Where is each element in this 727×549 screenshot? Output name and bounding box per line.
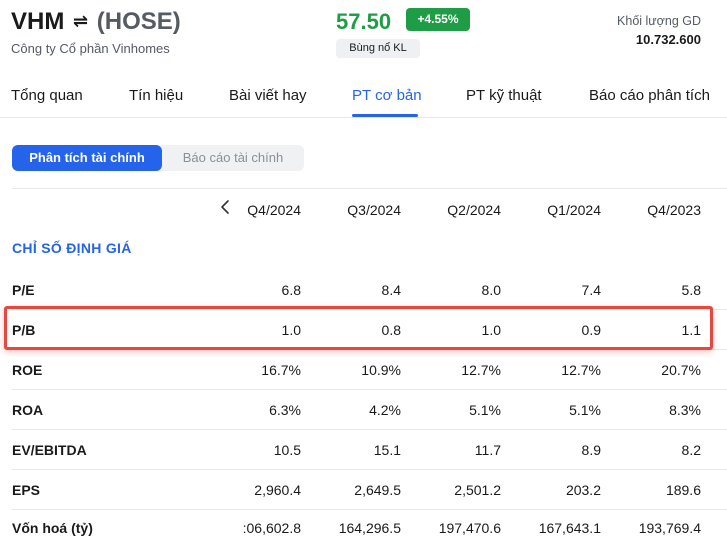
volume-value: 10.732.600 [635, 32, 701, 47]
table-cell: 20.7% [661, 362, 701, 378]
volume-label: Khối lượng GD [617, 14, 701, 28]
table-cell: 8.3% [669, 402, 701, 418]
table-row: P/E 6.8 8.4 8.0 7.4 5.8 [0, 270, 727, 310]
table-cell: 11.7 [474, 442, 501, 458]
swap-icon[interactable]: ⇌ [73, 11, 88, 31]
table-cell: 2,960.4 [254, 482, 301, 498]
price-change-badge: +4.55% [406, 8, 470, 31]
table-cell: 15.1 [373, 442, 401, 458]
main-tabs: Tổng quan Tín hiệu Bài viết hay PT cơ bả… [0, 78, 727, 118]
row-label: P/E [12, 282, 35, 298]
table-cell: 189.6 [665, 482, 701, 498]
tab-featured-articles[interactable]: Bài viết hay [229, 87, 307, 104]
table-cell: 167,643.1 [538, 520, 601, 536]
table-cell: 10.5 [273, 442, 301, 458]
table-cell: 8.4 [381, 282, 401, 298]
tab-analysis-reports[interactable]: Báo cáo phân tích [589, 87, 710, 104]
table-row: Vốn hoá (tỷ) :06,602.8 164,296.5 197,470… [0, 508, 727, 548]
table-cell: 6.3% [269, 402, 301, 418]
volume-spike-badge: Bùng nổ KL [336, 39, 420, 58]
table-cell: 193,769.4 [638, 520, 701, 536]
subtab-financial-analysis[interactable]: Phân tích tài chính [12, 145, 162, 171]
table-cell: 6.8 [281, 282, 301, 298]
table-cell: 203.2 [565, 482, 601, 498]
exchange-label: (HOSE) [96, 8, 181, 35]
table-cell: 8.9 [581, 442, 601, 458]
table-row: ROE 16.7% 10.9% 12.7% 12.7% 20.7% [0, 350, 727, 390]
subtab-financial-statements[interactable]: Báo cáo tài chính [162, 145, 304, 171]
table-row: EV/EBITDA 10.5 15.1 11.7 8.9 8.2 [0, 430, 727, 470]
table-cell: 1.0 [481, 322, 501, 338]
table-cell: :06,602.8 [242, 520, 301, 536]
table-cell: 5.1% [569, 402, 601, 418]
column-header: Q2/2024 [447, 202, 501, 218]
tab-technical-analysis[interactable]: PT kỹ thuật [466, 87, 542, 104]
table-cell: 12.7% [461, 362, 501, 378]
section-title-valuation: CHỈ SỐ ĐỊNH GIÁ [12, 240, 132, 256]
row-label: EPS [12, 482, 41, 498]
table-cell: 1.0 [281, 322, 301, 338]
column-header: Q4/2023 [647, 202, 701, 218]
table-cell: 164,296.5 [338, 520, 401, 536]
table-cell: 2,501.2 [454, 482, 501, 498]
table-row: P/B 1.0 0.8 1.0 0.9 1.1 [0, 310, 727, 350]
row-label: Vốn hoá (tỷ) [12, 520, 93, 536]
table-cell: 7.4 [581, 282, 601, 298]
divider [12, 188, 727, 189]
table-cell: 4.2% [369, 402, 401, 418]
stock-header: VHM ⇌ (HOSE) Công ty Cổ phần Vinhomes 57… [0, 0, 727, 70]
subtab-switcher: Phân tích tài chính Báo cáo tài chính [12, 145, 304, 171]
ticker-symbol: VHM [11, 8, 65, 35]
table-cell: 16.7% [261, 362, 301, 378]
company-name: Công ty Cổ phần Vinhomes [11, 41, 170, 56]
tab-fundamental-analysis[interactable]: PT cơ bản [352, 87, 422, 104]
table-cell: 8.0 [481, 282, 501, 298]
table-cell: 0.8 [381, 322, 401, 338]
table-cell: 0.9 [581, 322, 601, 338]
table-cell: 5.8 [681, 282, 701, 298]
table-cell: 12.7% [561, 362, 601, 378]
table-row: EPS 2,960.4 2,649.5 2,501.2 203.2 189.6 [0, 470, 727, 510]
ticker-title: VHM ⇌ (HOSE) [11, 8, 181, 36]
row-label: P/B [12, 322, 36, 338]
column-header: Q3/2024 [347, 202, 401, 218]
table-cell: 2,649.5 [354, 482, 401, 498]
table-cell: 197,470.6 [438, 520, 501, 536]
column-header: Q4/2024 [247, 202, 301, 218]
table-cell: 1.1 [681, 322, 701, 338]
row-label: ROE [12, 362, 43, 378]
table-cell: 5.1% [469, 402, 501, 418]
active-tab-indicator [352, 114, 418, 117]
row-label: EV/EBITDA [12, 442, 87, 458]
row-label: ROA [12, 402, 44, 418]
table-row: ROA 6.3% 4.2% 5.1% 5.1% 8.3% [0, 390, 727, 430]
tab-signals[interactable]: Tín hiệu [129, 87, 183, 104]
table-cell: 10.9% [361, 362, 401, 378]
current-price: 57.50 [336, 9, 392, 34]
table-cell: 8.2 [681, 442, 701, 458]
column-header: Q1/2024 [547, 202, 601, 218]
tab-overview[interactable]: Tổng quan [11, 87, 83, 104]
